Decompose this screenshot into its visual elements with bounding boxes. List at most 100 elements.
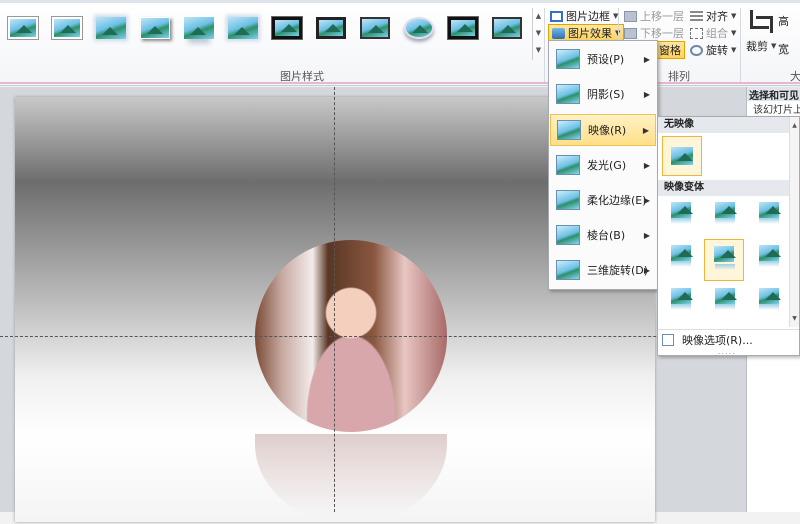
menu-item-glow[interactable]: 发光(G) ▶: [550, 149, 656, 181]
ribbon: ▲ ▼ ▼ 图片样式 图片边框 ▼ 图片效果 ▼ 上移一层 下移一层 窗格 对齐…: [0, 0, 800, 86]
group-separator: [740, 8, 741, 82]
reflection-preview: [715, 264, 735, 270]
scroll-down-icon[interactable]: ▼: [790, 310, 799, 327]
reflection-variant-8[interactable]: [710, 285, 740, 313]
glow-icon: [556, 155, 580, 175]
thin-frame-icon: [360, 17, 390, 39]
soft-frame-icon: [96, 17, 126, 39]
crop-button[interactable]: 裁剪 ▼: [746, 37, 776, 55]
menu-item-label: 棱台(B): [587, 229, 626, 242]
style-oval-frame[interactable]: [400, 12, 438, 44]
reflection-icon: [557, 120, 581, 140]
chevron-down-icon: ▼: [771, 42, 777, 50]
submenu-arrow-icon: ▶: [643, 54, 650, 64]
picture-border-icon: [550, 10, 563, 22]
menu-item-label: 预设(P): [587, 53, 625, 66]
picture-effects-label: 图片效果: [568, 27, 612, 40]
menu-item-soft-edges[interactable]: 柔化边缘(E) ▶: [550, 184, 656, 216]
chevron-down-icon: ▼: [731, 29, 737, 37]
reflection-variant-6[interactable]: [754, 242, 784, 270]
oval-frame-icon: [404, 17, 434, 39]
vertical-guide[interactable]: [334, 87, 335, 512]
height-field[interactable]: 高: [778, 12, 789, 30]
rotate-button[interactable]: 旋转 ▼: [690, 41, 736, 59]
resize-grip-icon[interactable]: .....: [718, 348, 738, 356]
style-simple-frame[interactable]: [4, 12, 42, 44]
send-backward-icon: [624, 27, 637, 39]
horizontal-guide[interactable]: [0, 336, 746, 337]
style-double-frame[interactable]: [444, 12, 482, 44]
reflection-variant-5[interactable]: [704, 239, 744, 281]
picture-border-label: 图片边框: [566, 10, 610, 23]
menu-item-label: 发光(G): [587, 159, 627, 172]
reflection-variant-icon: [759, 202, 781, 218]
reflection-preview: [671, 261, 691, 267]
align-label: 对齐: [706, 10, 728, 23]
menu-item-shadow[interactable]: 阴影(S) ▶: [550, 78, 656, 110]
ribbon-accent-rule: [0, 82, 800, 84]
menu-item-3d-rotation[interactable]: 三维旋转(D) ▶: [550, 254, 656, 286]
bring-forward-button[interactable]: 上移一层: [624, 7, 684, 25]
no-reflection-header: 无映像: [658, 117, 799, 133]
width-field[interactable]: 宽: [778, 40, 789, 58]
gallery-down-icon[interactable]: ▼: [533, 25, 544, 42]
style-dark-frame[interactable]: [488, 12, 526, 44]
style-soft-edge[interactable]: [224, 12, 262, 44]
reflection-options-label: 映像选项(R)...: [682, 333, 753, 347]
style-white-frame[interactable]: [48, 12, 86, 44]
reflection-variant-9[interactable]: [754, 285, 784, 313]
picture-border-button[interactable]: 图片边框 ▼: [550, 7, 618, 25]
reflection-variant-icon: [759, 288, 781, 304]
double-frame-icon: [448, 17, 478, 39]
selection-pane-button[interactable]: 窗格: [655, 41, 685, 59]
align-icon: [690, 10, 703, 22]
height-label: 高: [778, 15, 789, 28]
rotate-label: 旋转: [706, 44, 728, 57]
submenu-arrow-icon: ▶: [643, 195, 650, 205]
submenu-arrow-icon: ▶: [643, 230, 650, 240]
group-label: 组合: [706, 27, 728, 40]
chevron-down-icon: ▼: [731, 12, 737, 20]
gallery-scrollbar[interactable]: ▲ ▼ ▼: [532, 8, 544, 60]
group-button[interactable]: 组合 ▼: [690, 24, 736, 42]
picture-styles-gallery[interactable]: [4, 8, 532, 60]
style-black-frame[interactable]: [312, 12, 350, 44]
reflection-variant-icon: [671, 288, 693, 304]
menu-item-reflection[interactable]: 映像(R) ▶: [550, 114, 656, 146]
menu-item-label: 阴影(S): [587, 88, 625, 101]
submenu-arrow-icon: ▶: [643, 265, 650, 275]
align-button[interactable]: 对齐 ▼: [690, 7, 736, 25]
gallery-more-icon[interactable]: ▼: [533, 42, 544, 59]
no-reflection-option[interactable]: [662, 136, 702, 176]
style-reflected-frame[interactable]: [180, 12, 218, 44]
scroll-up-icon[interactable]: ▲: [790, 117, 799, 134]
style-shadow-frame[interactable]: [136, 12, 174, 44]
reflection-variant-3[interactable]: [754, 199, 784, 227]
shadow-frame-icon: [140, 17, 170, 39]
reflection-variant-icon: [671, 245, 693, 261]
reflection-variant-icon: [715, 202, 737, 218]
reflection-preview: [759, 218, 779, 224]
send-backward-label: 下移一层: [640, 27, 684, 40]
gallery-up-icon[interactable]: ▲: [533, 8, 544, 25]
menu-item-bevel[interactable]: 棱台(B) ▶: [550, 219, 656, 251]
reflection-variant-icon: [714, 246, 736, 262]
preset-icon: [556, 49, 580, 69]
style-thick-black[interactable]: [268, 12, 306, 44]
reflection-variations-header: 映像变体: [658, 180, 789, 196]
menu-item-label: 映像(R): [588, 124, 627, 137]
menu-item-preset[interactable]: 预设(P) ▶: [550, 43, 656, 75]
reflection-variant-7[interactable]: [666, 285, 696, 313]
reflection-variant-4[interactable]: [666, 242, 696, 270]
style-thin-frame[interactable]: [356, 12, 394, 44]
black-frame-icon: [316, 17, 346, 39]
reflection-scrollbar[interactable]: ▲ ▼: [789, 117, 799, 327]
reflection-preview: [759, 304, 779, 310]
reflection-variant-2[interactable]: [710, 199, 740, 227]
style-soft-frame[interactable]: [92, 12, 130, 44]
reflection-options-item[interactable]: 映像选项(R)...: [658, 329, 799, 349]
reflection-variant-1[interactable]: [666, 199, 696, 227]
crop-icon[interactable]: [746, 8, 773, 34]
no-reflection-icon: [671, 147, 693, 165]
white-frame-icon: [52, 17, 82, 39]
